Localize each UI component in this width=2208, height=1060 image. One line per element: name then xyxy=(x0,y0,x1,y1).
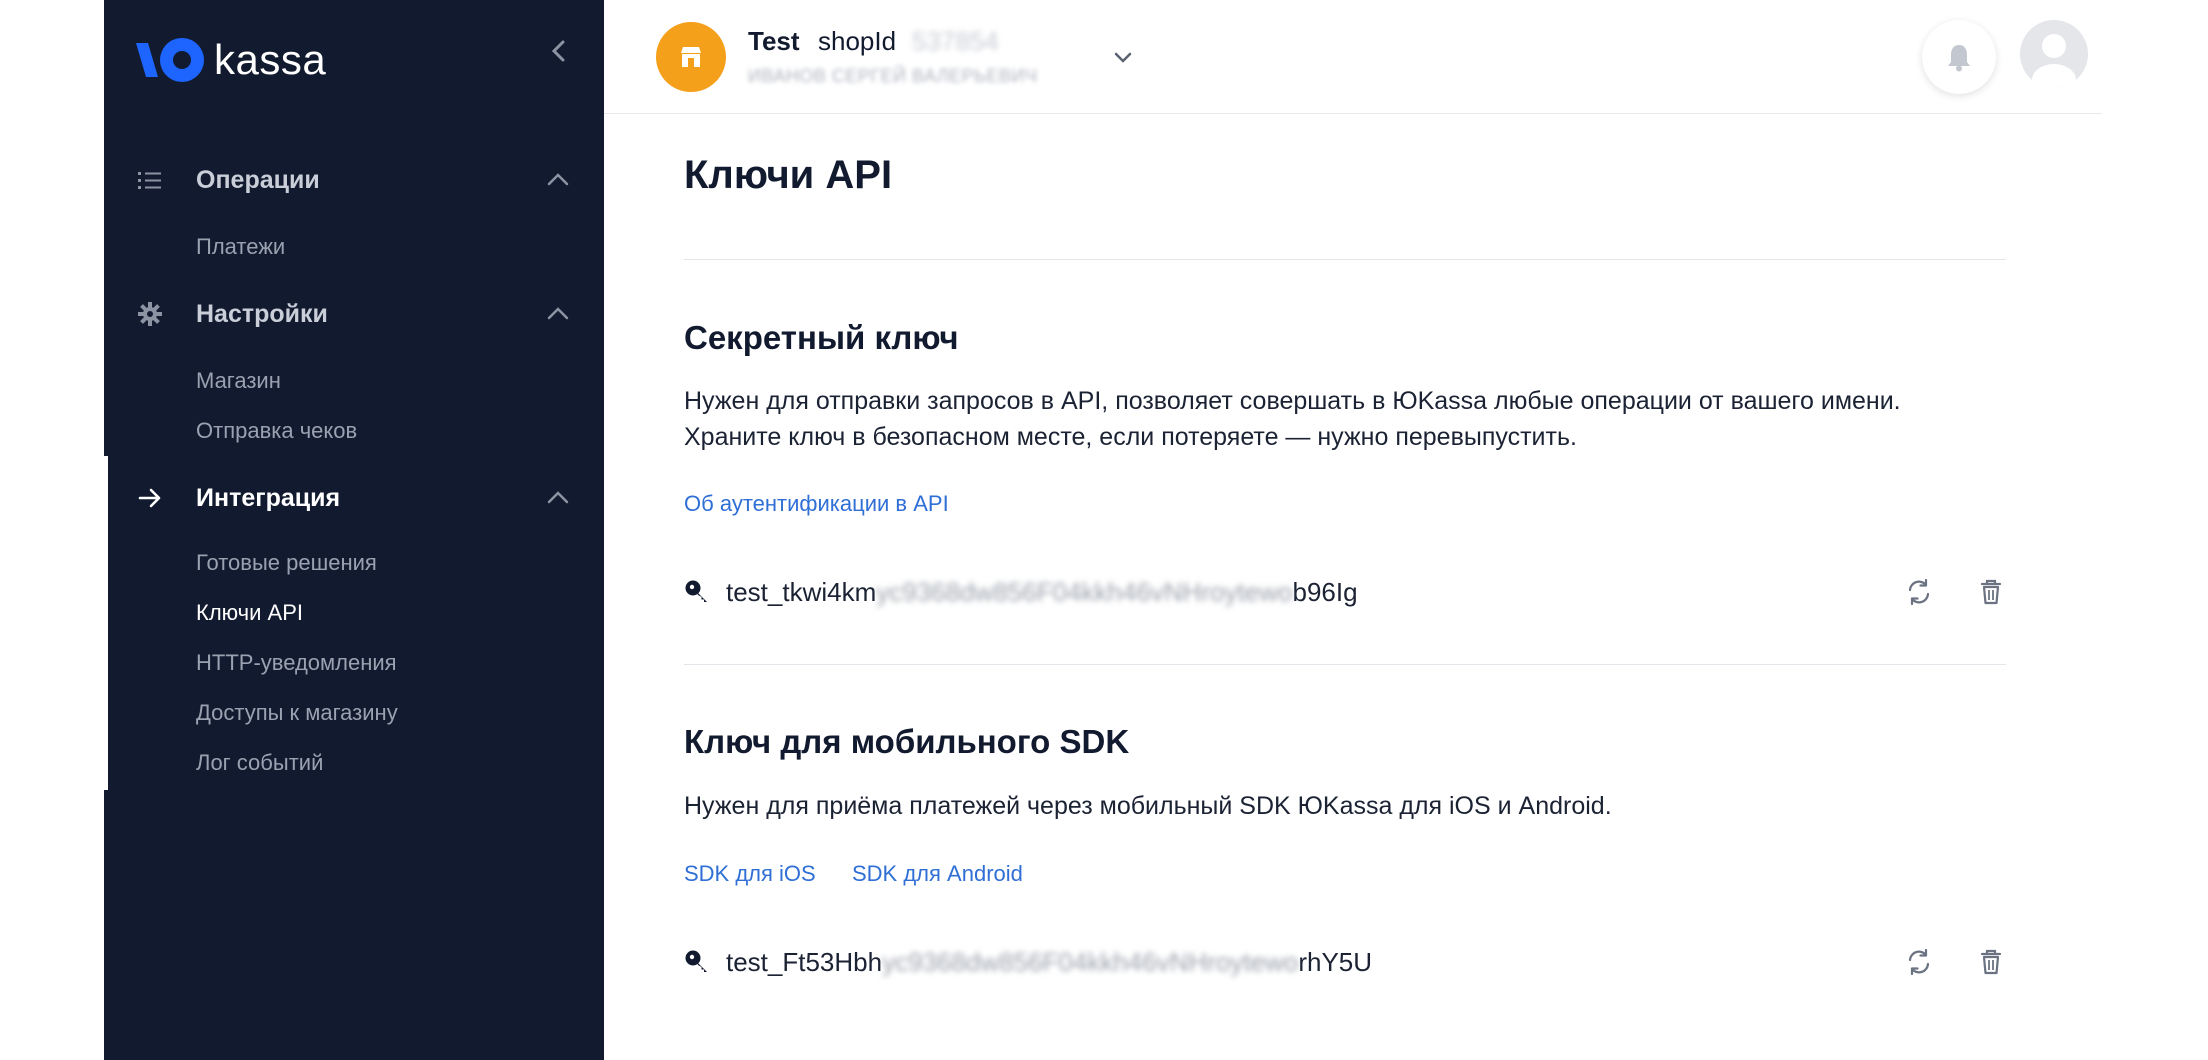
api-auth-link[interactable]: Об аутентификации в API xyxy=(684,491,949,517)
kassa-logo[interactable]: kassa xyxy=(134,36,326,84)
page-title: Ключи API xyxy=(684,153,893,197)
yookassa-logo-mark xyxy=(136,38,204,82)
arrow-right-icon xyxy=(138,488,161,508)
trash-icon[interactable] xyxy=(1974,575,2008,609)
sidebar-item-ready-solutions[interactable]: Готовые решения xyxy=(196,550,377,576)
nav-section-settings: Настройки xyxy=(104,292,604,336)
sdk-key-title: Ключ для мобильного SDK xyxy=(684,723,1130,760)
shop-owner-name: ИВАНОВ СЕРГЕЙ ВАЛЕРЬЕВИЧ xyxy=(748,66,1038,86)
shop-icon xyxy=(681,47,701,67)
shop-name: Test xyxy=(748,26,800,56)
secret-key-description-line1: Нужен для отправки запросов в API, позво… xyxy=(684,387,1901,415)
shop-id-value: 537854 xyxy=(912,26,999,56)
trash-icon[interactable] xyxy=(1974,945,2008,979)
chevron-up-icon[interactable] xyxy=(544,300,572,328)
refresh-icon[interactable] xyxy=(1902,575,1936,609)
secret-key-title: Секретный ключ xyxy=(684,319,959,356)
sdk-key-description: Нужен для приёма платежей через мобильны… xyxy=(684,792,1612,820)
sidebar-item-payments[interactable]: Платежи xyxy=(196,234,285,260)
sidebar-item-event-log[interactable]: Лог событий xyxy=(196,750,323,776)
sdk-android-link[interactable]: SDK для Android xyxy=(852,861,1023,887)
chevron-up-icon[interactable] xyxy=(544,166,572,194)
sidebar: kassa Операции Платежи Настройки Магазин… xyxy=(104,0,604,1060)
secret-key-row: test_tkwi4kmyc9368dw856F04kkh46vNHroytew… xyxy=(684,573,2006,613)
key-icon xyxy=(685,580,707,602)
shop-avatar[interactable] xyxy=(656,22,726,92)
bell-icon xyxy=(1948,45,1970,72)
sidebar-item-label: Интеграция xyxy=(196,483,341,512)
sidebar-item-shop-access[interactable]: Доступы к магазину xyxy=(196,700,398,726)
secret-key-description-line2: Храните ключ в безопасном месте, если по… xyxy=(684,423,1577,451)
refresh-icon[interactable] xyxy=(1902,945,1936,979)
notifications-button[interactable] xyxy=(1922,20,1996,94)
sidebar-item-settings[interactable]: Настройки xyxy=(104,292,604,336)
sidebar-item-http-notifications[interactable]: HTTP-уведомления xyxy=(196,650,397,676)
divider xyxy=(684,259,2006,260)
sidebar-item-operations[interactable]: Операции xyxy=(104,158,604,202)
gear-icon xyxy=(138,302,162,326)
shop-id-label: shopId xyxy=(818,26,897,56)
key-icon xyxy=(685,950,707,972)
sdk-ios-link[interactable]: SDK для iOS xyxy=(684,861,816,887)
list-icon xyxy=(138,172,161,189)
sidebar-item-label: Настройки xyxy=(196,299,328,328)
user-icon xyxy=(2032,34,2076,88)
logo-text: kassa xyxy=(214,36,327,83)
nav-section-operations: Операции xyxy=(104,158,604,202)
sidebar-item-receipts[interactable]: Отправка чеков xyxy=(196,418,357,444)
sidebar-item-shop[interactable]: Магазин xyxy=(196,368,281,394)
secret-key-value[interactable]: test_tkwi4kmyc9368dw856F04kkh46vNHroytew… xyxy=(726,577,1358,608)
sdk-key-row: test_Ft53Hbhyc9368dw856F04kkh46vNHroytew… xyxy=(684,943,2006,983)
collapse-sidebar-button[interactable] xyxy=(544,34,574,68)
sidebar-item-api-keys[interactable]: Ключи API xyxy=(196,600,303,626)
nav-section-integration: Интеграция xyxy=(104,476,604,520)
sdk-key-value[interactable]: test_Ft53Hbhyc9368dw856F04kkh46vNHroytew… xyxy=(726,947,1372,978)
divider xyxy=(684,664,2006,665)
top-bar: Test shopId 537854 ИВАНОВ СЕРГЕЙ ВАЛЕРЬЕ… xyxy=(604,0,2102,114)
chevron-up-icon[interactable] xyxy=(544,484,572,512)
chevron-down-icon[interactable] xyxy=(1108,42,1138,72)
user-avatar[interactable] xyxy=(2020,20,2088,88)
sidebar-item-label: Операции xyxy=(196,165,320,194)
sidebar-item-integration[interactable]: Интеграция xyxy=(104,476,604,520)
